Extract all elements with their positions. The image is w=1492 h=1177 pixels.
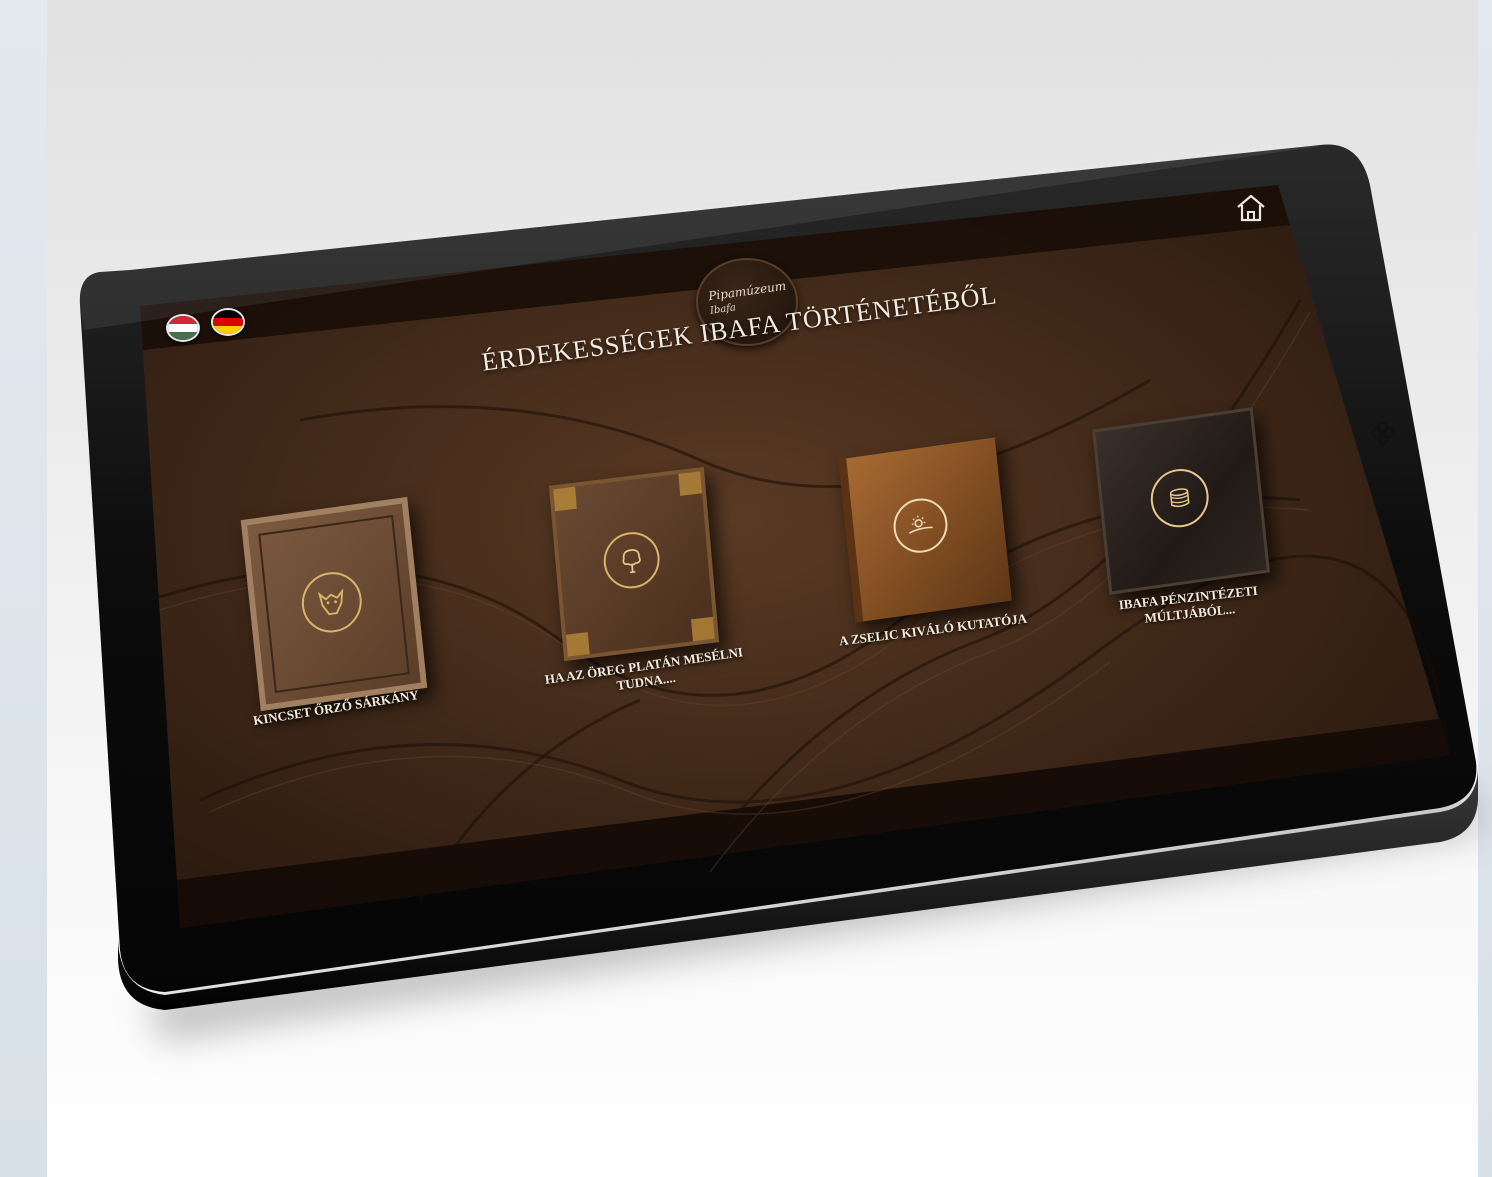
home-icon[interactable] xyxy=(1234,192,1268,224)
coins-icon xyxy=(1147,465,1212,532)
tablet-scene: Pipamúzeum Ibafa ÉRDEKESSÉGEK IBAFA TÖRT… xyxy=(0,0,1492,1177)
flag-hungary-icon[interactable] xyxy=(166,314,200,342)
book-coins[interactable] xyxy=(1092,407,1270,595)
book-dragon[interactable] xyxy=(240,496,428,712)
tree-icon xyxy=(601,528,662,592)
book-tree[interactable] xyxy=(548,466,720,662)
flag-germany-icon[interactable] xyxy=(211,308,245,336)
book-sunrise[interactable] xyxy=(838,437,1012,623)
flower-menu-icon[interactable] xyxy=(1370,420,1396,446)
sunrise-icon xyxy=(890,494,951,557)
tablet-device xyxy=(79,144,1480,1040)
logo-line1: Pipamúzeum xyxy=(707,278,787,304)
